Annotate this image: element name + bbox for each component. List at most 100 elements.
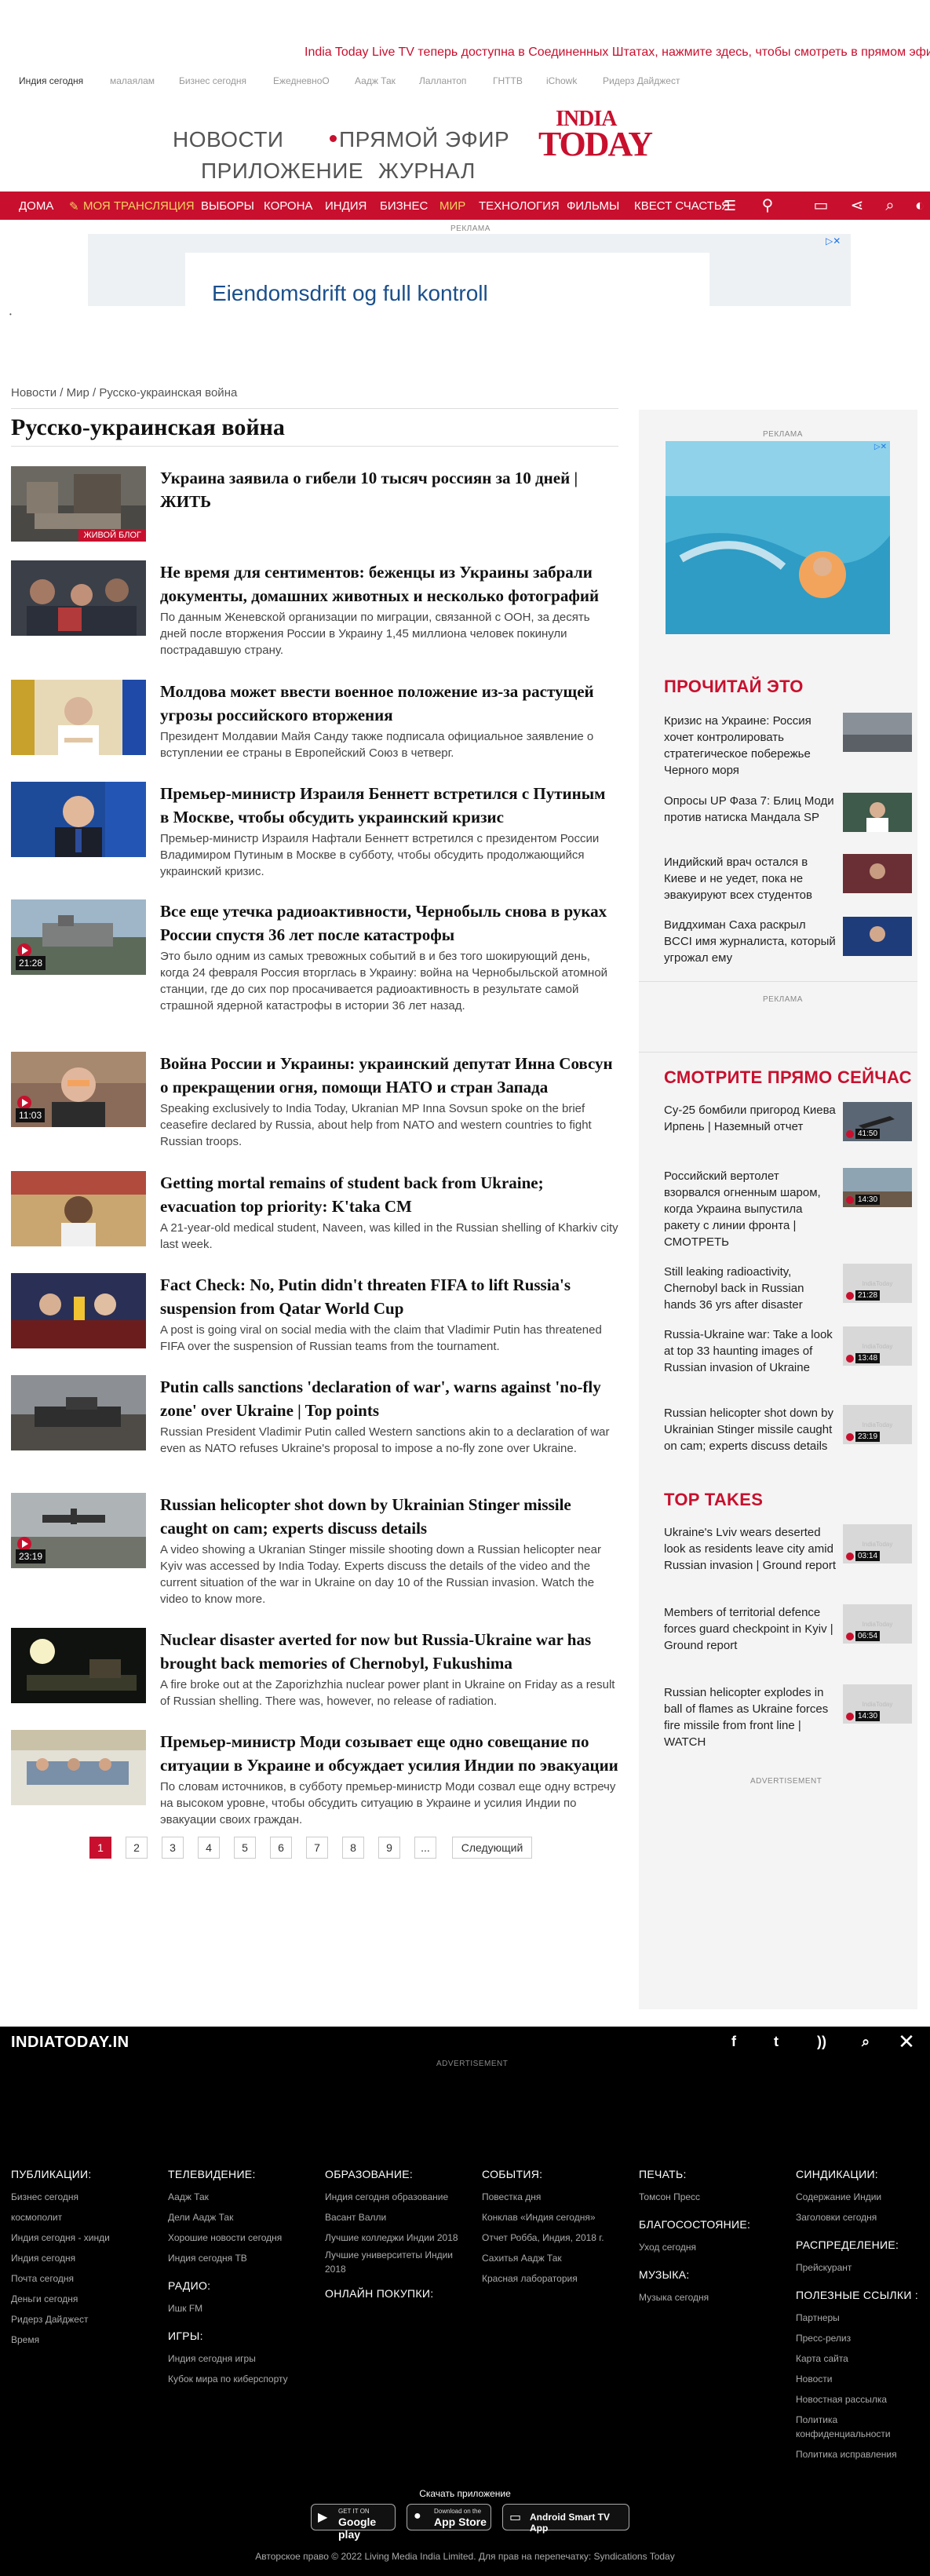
nav-item-my-feed[interactable]: МОЯ ТРАНСЛЯЦИЯ [83,199,195,213]
satellite-icon[interactable]: ⚲ [758,196,777,215]
footer-link[interactable]: Индия сегодня ТВ [168,2248,317,2268]
video-thumbnail[interactable]: 14:30 [843,1168,912,1207]
footer-link[interactable]: Пресс-релиз [796,2328,928,2348]
breadcrumb-world[interactable]: Мир [67,386,89,400]
hamburger-menu-icon[interactable]: ☰ [720,196,739,215]
footer-link[interactable]: Аадж Так [168,2187,317,2207]
story-title[interactable]: Fact Check: No, Putin didn't threaten FI… [160,1273,618,1320]
top-banner-ad[interactable]: Eiendomsdrift og full kontroll ▷✕ [88,234,851,306]
footer-link[interactable]: Уход сегодня [639,2237,788,2257]
footer-link[interactable]: Лучшие колледжи Индии 2018 [325,2231,474,2245]
video-thumbnail[interactable]: IndiaToday 13:48 [843,1326,912,1366]
footer-link[interactable]: Новости [796,2369,928,2389]
search-icon[interactable]: ⌕ [881,196,899,215]
footer-link[interactable]: Кубок мира по киберспорту [168,2369,317,2389]
story-thumbnail[interactable]: 23:19 [11,1493,146,1568]
footer-link[interactable]: Время [11,2330,160,2350]
footer-link[interactable]: Политика конфиденциальности [796,2413,928,2441]
ad-choices-icon[interactable]: ▷✕ [874,443,887,451]
footer-link[interactable]: Музыка сегодня [639,2287,788,2308]
app-link[interactable]: ПРИЛОЖЕНИЕ [201,159,363,184]
footer-link[interactable]: Содержание Индии [796,2187,928,2207]
sister-link[interactable]: Аадж Так [355,75,396,86]
video-thumbnail[interactable]: 41:50 [843,1102,912,1141]
nav-item-happiness-quest[interactable]: КВЕСТ СЧАСТЬЯ [634,199,730,213]
footer-link[interactable]: Лучшие университеты Индии 2018 [325,2248,474,2276]
page-link[interactable]: 3 [162,1837,184,1859]
footer-link[interactable]: Индия сегодня игры [168,2348,317,2369]
nav-item-corona[interactable]: КОРОНА [264,199,312,213]
footer-link[interactable]: Бизнес сегодня [11,2187,160,2207]
footer-link[interactable]: Почта сегодня [11,2268,160,2289]
story-title[interactable]: Getting mortal remains of student back f… [160,1171,618,1218]
story-thumbnail[interactable] [11,560,146,636]
page-link[interactable]: 1 [89,1837,111,1859]
read-thumbnail[interactable] [843,793,912,832]
page-link[interactable]: 6 [270,1837,292,1859]
footer-link[interactable]: Дели Аадж Так [168,2207,317,2228]
india-today-logo[interactable]: INDIA TODAY [538,107,655,163]
nav-item-india[interactable]: ИНДИЯ [325,199,367,213]
nav-item-technology[interactable]: ТЕХНОЛОГИЯ [479,199,560,213]
page-link[interactable]: 2 [126,1837,148,1859]
sidebar-ad[interactable]: ▷✕ [666,441,890,634]
footer-link[interactable]: Новостная рассылка [796,2389,928,2410]
story-title[interactable]: Putin calls sanctions 'declaration of wa… [160,1375,618,1422]
android-tv-button[interactable]: ▭ Android Smart TV App [502,2504,629,2534]
sister-link[interactable]: Ридерз Дайджест [603,75,680,86]
video-thumbnail[interactable]: IndiaToday 03:14 [843,1524,912,1563]
story-title[interactable]: Молдова может ввести военное положение и… [160,680,618,727]
footer-link[interactable]: Индия сегодня образование [325,2187,474,2207]
video-thumbnail[interactable]: IndiaToday 06:54 [843,1604,912,1644]
story-title[interactable]: Премьер-министр Израиля Беннетт встретил… [160,782,618,829]
footer-link[interactable]: Политика исправления [796,2444,928,2465]
magazine-link[interactable]: ЖУРНАЛ [378,159,476,184]
footer-link[interactable]: Ридерз Дайджест [11,2309,160,2330]
story-thumbnail[interactable] [11,782,146,857]
footer-link[interactable]: космополит [11,2207,160,2228]
footer-link[interactable]: Заголовки сегодня [796,2207,928,2228]
sister-link[interactable]: Лаллантоп [419,75,466,86]
rss-icon[interactable]: )) [811,2031,832,2052]
footer-link[interactable]: Повестка дня [482,2187,631,2207]
footer-link[interactable]: Конклав «Индия сегодня» [482,2207,631,2228]
footer-link[interactable]: Деньги сегодня [11,2289,160,2309]
sister-link[interactable]: ГНТТВ [493,75,523,86]
footer-link[interactable]: Отчет Робба, Индия, 2018 г. [482,2228,631,2248]
nav-item-movies[interactable]: ФИЛЬМЫ [567,199,619,213]
nav-item-world[interactable]: МИР [439,199,465,213]
footer-link[interactable]: Прейскурант [796,2257,928,2278]
story-thumbnail[interactable]: 21:28 [11,899,146,975]
sister-link[interactable]: iChowk [546,75,577,86]
story-thumbnail[interactable] [11,1730,146,1805]
footer-link[interactable]: Индия сегодня - хинди [11,2228,160,2248]
sister-link[interactable]: Индия сегодня [19,75,83,86]
facebook-icon[interactable]: f [724,2031,744,2052]
live-link[interactable]: ПРЯМОЙ ЭФИР [339,127,509,152]
story-title[interactable]: Война России и Украины: украинский депут… [160,1052,618,1099]
twitter-icon[interactable]: t [766,2031,786,2052]
share-icon[interactable]: ⋖ [848,196,866,215]
story-thumbnail[interactable] [11,1375,146,1450]
news-link[interactable]: НОВОСТИ [173,127,284,152]
story-title[interactable]: Все еще утечка радиоактивности, Чернобыл… [160,899,618,947]
search-icon[interactable]: ⌕ [855,2031,876,2052]
page-link[interactable]: 8 [342,1837,364,1859]
nav-item-home[interactable]: ДОМА [19,199,53,213]
read-thumbnail[interactable] [843,713,912,752]
story-title[interactable]: Russian helicopter shot down by Ukrainia… [160,1493,618,1540]
read-thumbnail[interactable] [843,917,912,956]
close-icon[interactable]: ✕ [896,2031,917,2052]
footer-link[interactable]: Сахитья Аадж Так [482,2248,631,2268]
read-thumbnail[interactable] [843,854,912,893]
page-link[interactable]: 4 [198,1837,220,1859]
story-thumbnail[interactable] [11,680,146,755]
story-thumbnail[interactable]: ЖИВОЙ БЛОГ [11,466,146,542]
sister-link[interactable]: ЕжедневноО [273,75,330,86]
footer-link[interactable]: Томсон Пресс [639,2187,788,2207]
page-link[interactable]: 7 [306,1837,328,1859]
story-thumbnail[interactable]: 11:03 [11,1052,146,1127]
nav-item-elections[interactable]: ВЫБОРЫ [201,199,254,213]
breadcrumb-home[interactable]: Новости [11,386,57,400]
live-tv-ticker[interactable]: India Today Live TV теперь доступна в Со… [305,46,930,63]
